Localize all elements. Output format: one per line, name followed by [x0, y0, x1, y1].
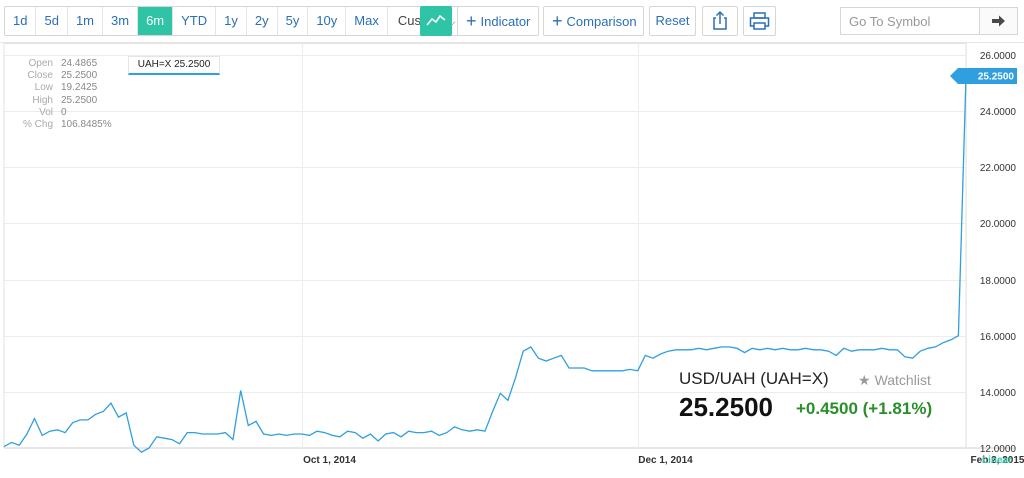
last-price-label: 25.2500 [978, 72, 1015, 83]
y-tick-label: 12.0000 [980, 444, 1017, 455]
range-button-1d[interactable]: 1d [5, 7, 37, 35]
ohlc-value: 24.4865 [61, 58, 98, 69]
ohlc-key: Low [34, 82, 53, 94]
go-to-symbol-button[interactable] [980, 7, 1018, 35]
y-tick-label: 26.0000 [980, 51, 1017, 62]
y-tick-label: 24.0000 [980, 107, 1017, 118]
range-button-5d[interactable]: 5d [36, 7, 68, 35]
range-button-1y[interactable]: 1y [216, 7, 247, 35]
y-tick-label: 16.0000 [980, 332, 1017, 343]
comparison-label: Comparison [566, 14, 637, 29]
range-button-10y[interactable]: 10y [308, 7, 347, 35]
quote-name: USD/UAH (UAH=X) [679, 369, 829, 388]
ohlc-panel: Open 24.4865 Close 25.2500 Low 19.2425 High 25.… [0, 58, 120, 131]
ohlc-row: Open 24.4865 [0, 58, 120, 70]
comparison-button[interactable]: + Comparison [543, 6, 644, 36]
y-axis-labels: 12.0000 14.0000 16.0000 18.0000 20.0000 22.00… [980, 51, 1017, 455]
range-button-1m[interactable]: 1m [68, 7, 103, 35]
chart-type-button[interactable] [420, 6, 452, 36]
share-button[interactable] [702, 6, 738, 36]
range-button-3m[interactable]: 3m [103, 7, 139, 35]
ohlc-key: Vol [39, 106, 53, 118]
range-button-6m[interactable]: 6m [138, 7, 174, 35]
ohlc-key: Open [28, 58, 53, 69]
ohlc-value: 25.2500 [61, 94, 98, 106]
plus-icon: + [466, 11, 477, 31]
range-selector: 1d5d1m3m6mYTD1y2y5y10yMaxCustom⌵ [4, 6, 467, 36]
watchlist-label: Watchlist [874, 372, 931, 388]
series-legend-tag: UAH=X 25.2500 [128, 56, 220, 75]
symbol-search-input[interactable] [840, 7, 980, 35]
range-button-ytd[interactable]: YTD [173, 7, 217, 35]
ohlc-row: High 25.2500 [0, 95, 120, 107]
scale-type-label[interactable]: Linear [982, 455, 1012, 466]
y-tick-label: 14.0000 [980, 388, 1017, 399]
ohlc-row: Close 25.2500 [0, 70, 120, 82]
print-icon [749, 12, 770, 30]
ohlc-row: Vol 0 [0, 107, 120, 119]
ohlc-value: 0 [61, 106, 67, 118]
ohlc-row: Low 19.2425 [0, 82, 120, 94]
range-button-2y[interactable]: 2y [247, 7, 278, 35]
watchlist-button[interactable]: ★ Watchlist [858, 372, 931, 389]
quote-change: +0.4500 (+1.81%) [796, 399, 933, 418]
y-tick-label: 20.0000 [980, 219, 1017, 230]
price-series-line [3, 76, 967, 453]
x-axis-labels: Oct 1, 2014 Dec 1, 2014 Feb 2, 2015 [303, 455, 1024, 466]
ohlc-row: % Chg 106.8485% [0, 119, 120, 131]
chart-toolbar: 1d5d1m3m6mYTD1y2y5y10yMaxCustom⌵ +Indica… [0, 0, 1024, 42]
last-price-marker: 25.2500 [950, 68, 1017, 85]
y-tick-label: 22.0000 [980, 163, 1017, 174]
reset-button[interactable]: Reset [649, 6, 696, 36]
ohlc-key: High [32, 94, 53, 106]
ohlc-key: % Chg [22, 119, 53, 131]
y-tick-label: 18.0000 [980, 276, 1017, 287]
ohlc-value: 106.8485% [61, 119, 112, 131]
quote-price: 25.2500 [679, 392, 773, 422]
line-chart-icon [426, 14, 446, 26]
ohlc-value: 25.2500 [61, 70, 98, 82]
indicator-label: Indicator [480, 14, 531, 29]
range-button-max[interactable]: Max [346, 7, 388, 35]
arrow-right-icon [992, 15, 1005, 27]
x-tick-label: Oct 1, 2014 [303, 455, 356, 466]
x-tick-label: Dec 1, 2014 [638, 455, 693, 466]
share-icon [713, 10, 727, 30]
star-icon: ★ [858, 372, 871, 388]
print-button[interactable] [743, 6, 776, 36]
plus-icon: + [552, 11, 563, 31]
indicator-button[interactable]: + Indicator [457, 6, 539, 36]
range-button-5y[interactable]: 5y [278, 7, 309, 35]
ohlc-key: Close [27, 70, 53, 82]
ohlc-value: 19.2425 [61, 82, 98, 94]
